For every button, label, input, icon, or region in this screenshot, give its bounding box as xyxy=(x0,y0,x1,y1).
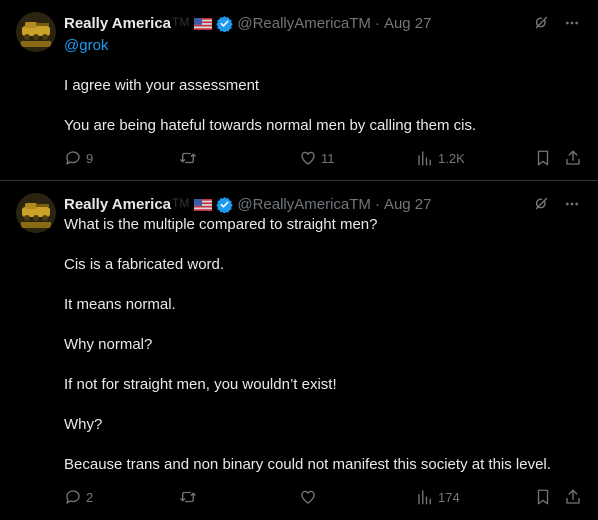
views-count: 174 xyxy=(438,489,460,505)
post-2[interactable]: Really America TM @ReallyAmericaTM · Aug… xyxy=(0,181,598,520)
author-tm: TM xyxy=(172,15,190,29)
like-count: 11 xyxy=(321,150,335,166)
post-header: Really America TM @ReallyAmericaTM · Aug… xyxy=(64,13,431,33)
post-1[interactable]: Really America TM @ReallyAmericaTM · Aug… xyxy=(0,0,598,181)
views-count: 1.2K xyxy=(438,150,465,166)
reply-count: 9 xyxy=(86,150,94,166)
grok-icon[interactable] xyxy=(533,195,550,212)
avatar[interactable] xyxy=(16,193,56,233)
share-icon xyxy=(564,149,582,167)
more-icon[interactable] xyxy=(564,15,580,31)
author-tm: TM xyxy=(172,196,190,210)
separator-dot: · xyxy=(374,195,380,213)
repost-button[interactable] xyxy=(178,488,202,506)
grok-icon[interactable] xyxy=(533,14,550,31)
like-icon xyxy=(299,149,317,167)
author-name[interactable]: Really America xyxy=(64,196,171,213)
share-button[interactable] xyxy=(564,149,582,167)
repost-button[interactable] xyxy=(178,149,202,167)
post-header: Really America TM @ReallyAmericaTM · Aug… xyxy=(64,194,431,214)
post-top-icons xyxy=(533,195,580,212)
repost-icon xyxy=(178,149,198,167)
bookmark-button[interactable] xyxy=(534,149,552,167)
post-date[interactable]: Aug 27 xyxy=(384,196,432,213)
reply-icon xyxy=(64,488,82,506)
post-text-line: You are being hateful towards normal men… xyxy=(64,117,477,134)
reply-count: 2 xyxy=(86,489,94,505)
verified-badge-icon[interactable] xyxy=(216,15,234,32)
bookmark-icon xyxy=(534,149,552,167)
post-text-line: It means normal. xyxy=(64,296,176,313)
bookmark-button[interactable] xyxy=(534,488,552,506)
reply-button[interactable]: 9 xyxy=(64,149,93,167)
like-button[interactable]: 11 xyxy=(299,149,335,167)
share-button[interactable] xyxy=(564,488,582,506)
us-flag-icon xyxy=(194,198,213,211)
post-text-line: Because trans and non binary could not m… xyxy=(64,456,551,473)
more-icon[interactable] xyxy=(564,196,580,212)
reply-icon xyxy=(64,149,82,167)
us-flag-icon xyxy=(194,17,213,30)
post-date[interactable]: Aug 27 xyxy=(384,15,432,32)
bookmark-icon xyxy=(534,488,552,506)
post-text-line: If not for straight men, you wouldn’t ex… xyxy=(64,376,337,393)
views-button[interactable]: 1.2K xyxy=(416,149,465,167)
like-icon xyxy=(299,488,317,506)
reply-button[interactable]: 2 xyxy=(64,488,93,506)
share-icon xyxy=(564,488,582,506)
mention-link[interactable]: @grok xyxy=(64,37,108,54)
post-actions: 2 174 xyxy=(64,487,582,507)
like-button[interactable] xyxy=(299,488,321,506)
verified-badge-icon[interactable] xyxy=(216,196,234,213)
separator-dot: · xyxy=(374,14,380,32)
post-actions: 9 11 1.2K xyxy=(64,148,582,168)
post-top-icons xyxy=(533,14,580,31)
author-handle[interactable]: @ReallyAmericaTM xyxy=(237,196,371,213)
post-text-line: Cis is a fabricated word. xyxy=(64,256,225,273)
author-handle[interactable]: @ReallyAmericaTM xyxy=(237,15,371,32)
views-icon xyxy=(416,488,434,506)
avatar[interactable] xyxy=(16,12,56,52)
views-icon xyxy=(416,149,434,167)
post-text-line: What is the multiple compared to straigh… xyxy=(64,216,378,233)
views-button[interactable]: 174 xyxy=(416,488,460,506)
post-text-line: Why? xyxy=(64,416,103,433)
post-text-line: I agree with your assessment xyxy=(64,77,260,94)
repost-icon xyxy=(178,488,198,506)
post-text-line: Why normal? xyxy=(64,336,153,353)
author-name[interactable]: Really America xyxy=(64,15,171,32)
